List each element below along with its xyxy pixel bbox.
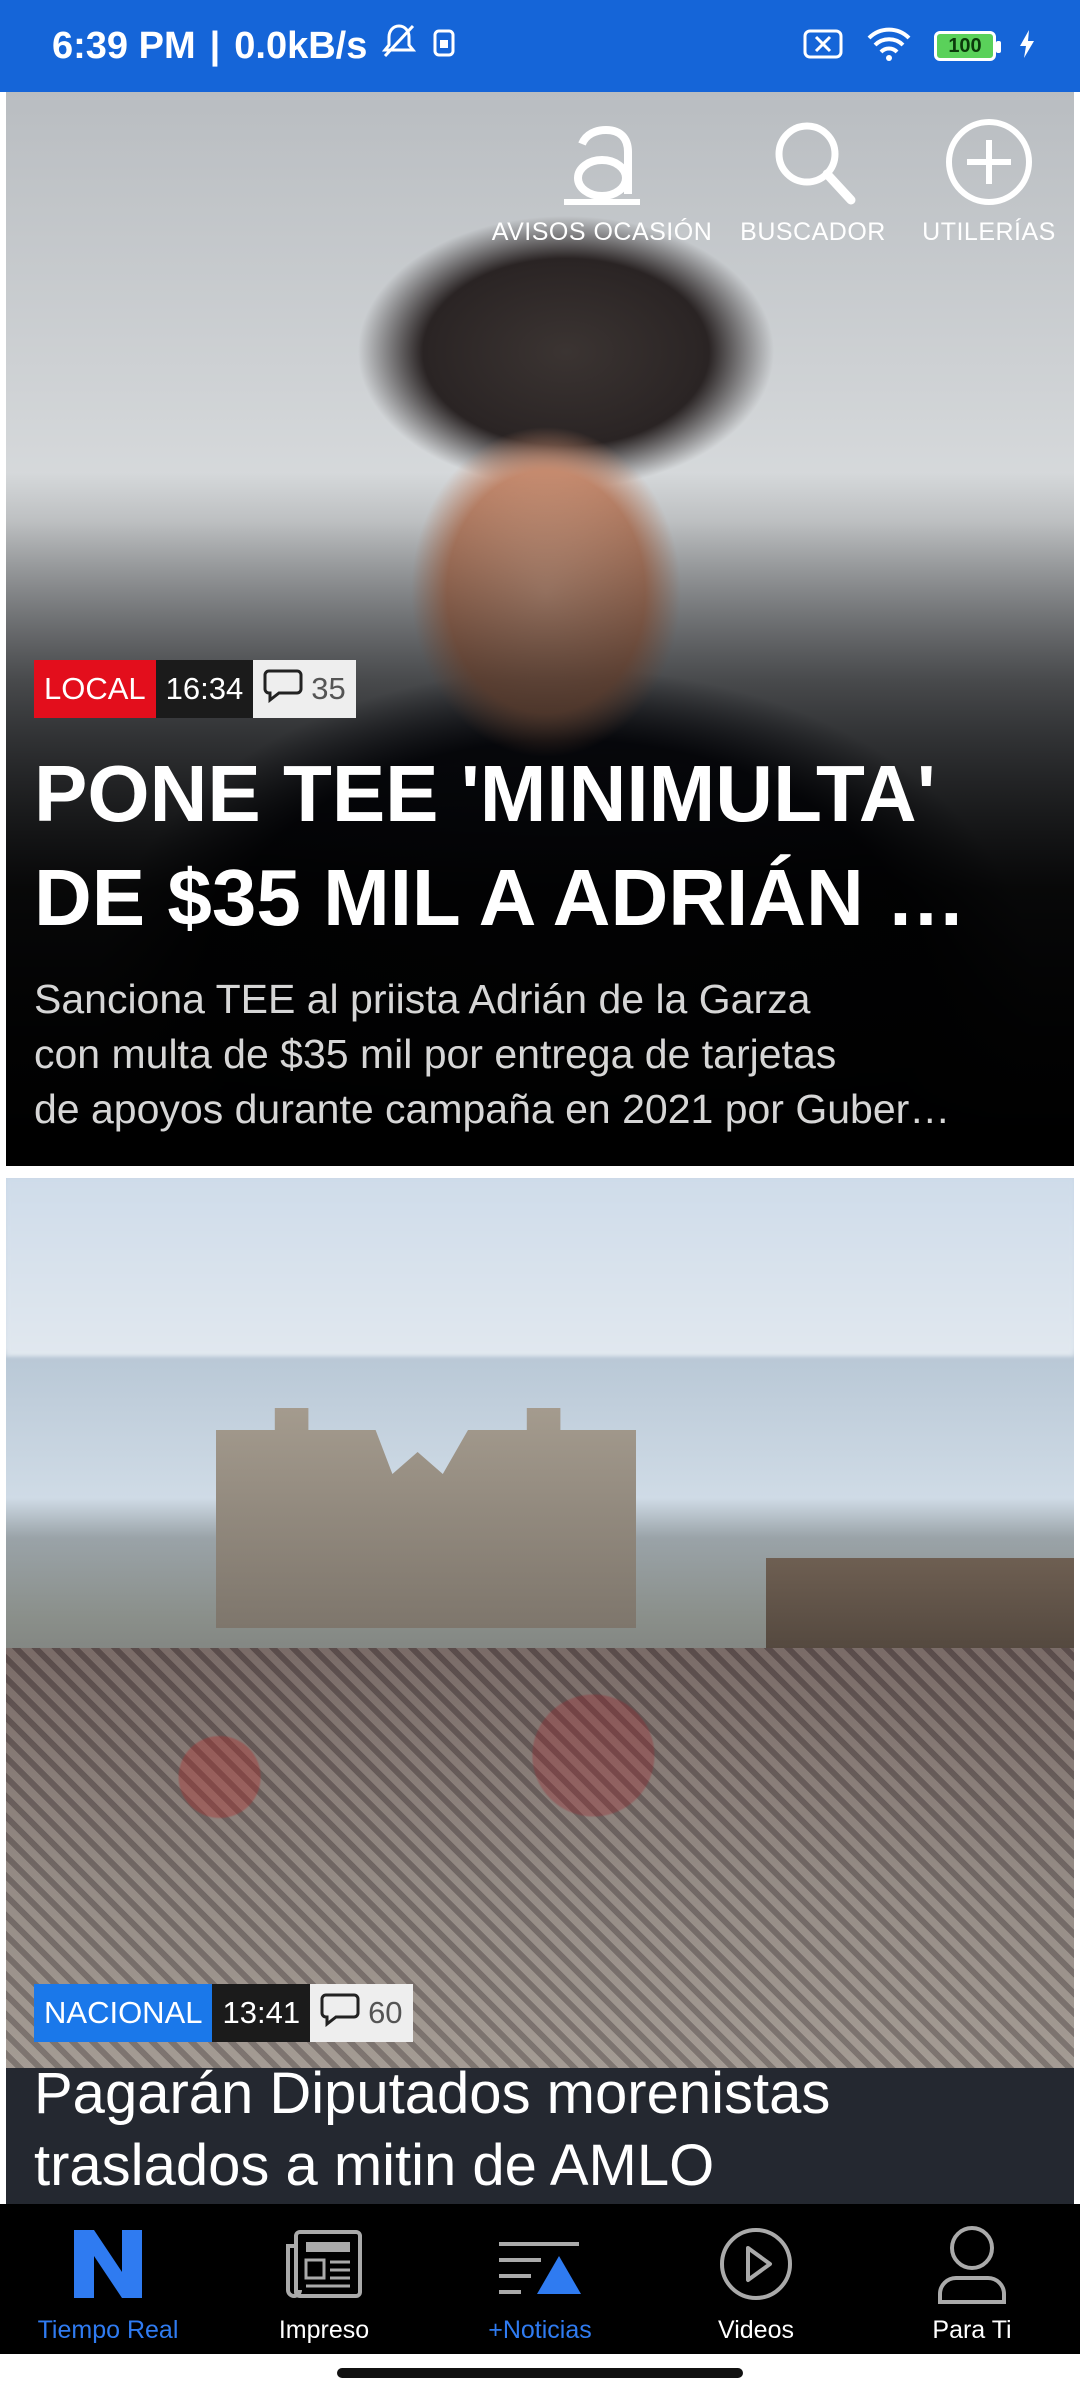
headline-line-2: traslados a mitin de AMLO — [34, 2133, 715, 2198]
photo-blur-band — [6, 1178, 1074, 1356]
article-headline[interactable]: PONE TEE 'MINIMULTA' DE $35 MIL A ADRIÁN… — [34, 742, 1044, 950]
plus-circle-icon — [941, 114, 1037, 210]
mute-bell-icon — [381, 22, 417, 70]
battery-icon: 100 — [934, 31, 1001, 61]
nav-para-ti[interactable]: Para Ti — [872, 2222, 1072, 2345]
article-meta: LOCAL 16:34 35 — [34, 660, 356, 718]
comments-number: 60 — [368, 1995, 403, 2030]
nav-impreso[interactable]: Impreso — [224, 2222, 424, 2345]
buscador-button[interactable]: BUSCADOR — [738, 114, 888, 247]
article-time: 13:41 — [212, 1984, 311, 2042]
article-time: 16:34 — [155, 660, 254, 718]
bottom-nav: Tiempo Real Impreso +Noticias Videos Par… — [0, 2204, 1080, 2354]
tiempo-real-n-icon — [63, 2222, 153, 2306]
comments-count[interactable]: 60 — [310, 1984, 413, 2042]
nav-label: +Noticias — [488, 2316, 592, 2344]
summary-line-2: con multa de $35 mil por entrega de tarj… — [34, 1031, 837, 1077]
article-card-1[interactable]: AVISOS OCASIÓN BUSCADOR UTILERÍAS LOCAL … — [6, 92, 1074, 1166]
more-news-icon — [495, 2222, 585, 2306]
utilerias-button[interactable]: UTILERÍAS — [914, 114, 1064, 247]
nav-mas-noticias[interactable]: +Noticias — [440, 2222, 640, 2345]
play-icon — [711, 2222, 801, 2306]
top-nav: AVISOS OCASIÓN BUSCADOR UTILERÍAS — [492, 114, 1064, 247]
no-sim-icon — [802, 28, 844, 65]
comments-count[interactable]: 35 — [253, 660, 356, 718]
newspaper-icon — [279, 2222, 369, 2306]
category-badge[interactable]: LOCAL — [34, 660, 156, 718]
nav-videos[interactable]: Videos — [656, 2222, 856, 2345]
utilerias-label: UTILERÍAS — [922, 218, 1056, 246]
comments-number: 35 — [311, 671, 346, 706]
sim-icon — [431, 25, 457, 68]
avisos-ocasion-label: AVISOS OCASIÓN — [491, 218, 713, 246]
home-gesture-bar[interactable] — [337, 2368, 743, 2378]
nav-tiempo-real[interactable]: Tiempo Real — [8, 2222, 208, 2345]
status-left: 6:39 PM | 0.0kB/s — [52, 22, 457, 70]
user-icon — [927, 2222, 1017, 2306]
buscador-label: BUSCADOR — [740, 218, 886, 246]
article-summary: Sanciona TEE al priista Adrián de la Gar… — [34, 972, 1044, 1137]
gesture-area — [0, 2354, 1080, 2400]
status-time: 6:39 PM — [52, 24, 196, 67]
headline-line-1: PONE TEE 'MINIMULTA' — [34, 749, 936, 838]
category-badge[interactable]: NACIONAL — [34, 1984, 213, 2042]
article-card-2[interactable]: NACIONAL 13:41 60 Pagarán Diputados more… — [6, 1178, 1074, 2204]
comment-bubble-icon — [263, 667, 303, 711]
article-headline[interactable]: Pagarán Diputados morenistas traslados a… — [34, 2058, 1044, 2202]
status-bar: 6:39 PM | 0.0kB/s 100 — [0, 0, 1080, 92]
headline-line-1: Pagarán Diputados morenistas — [34, 2061, 831, 2126]
nav-label: Impreso — [278, 2316, 370, 2344]
nav-label: Videos — [718, 2316, 794, 2344]
status-separator: | — [209, 24, 221, 67]
status-right: 100 — [802, 26, 1036, 67]
article-meta: NACIONAL 13:41 60 — [34, 1984, 413, 2042]
comment-bubble-icon — [320, 1991, 360, 2035]
article-photo — [6, 1178, 1074, 2078]
battery-level: 100 — [948, 34, 982, 57]
charging-icon — [1018, 29, 1036, 64]
nav-label: Para Ti — [932, 2316, 1012, 2344]
summary-line-3: de apoyos durante campaña en 2021 por Gu… — [34, 1086, 951, 1132]
cathedral-shape — [216, 1408, 636, 1628]
wifi-icon — [866, 26, 912, 67]
headline-line-2: DE $35 MIL A ADRIÁN … — [34, 853, 966, 942]
avisos-a-icon — [554, 114, 650, 210]
nav-label: Tiempo Real — [37, 2316, 179, 2344]
search-icon — [765, 114, 861, 210]
avisos-ocasion-button[interactable]: AVISOS OCASIÓN — [492, 114, 712, 247]
status-speed: 0.0kB/s — [234, 24, 368, 67]
summary-line-1: Sanciona TEE al priista Adrián de la Gar… — [34, 976, 811, 1022]
